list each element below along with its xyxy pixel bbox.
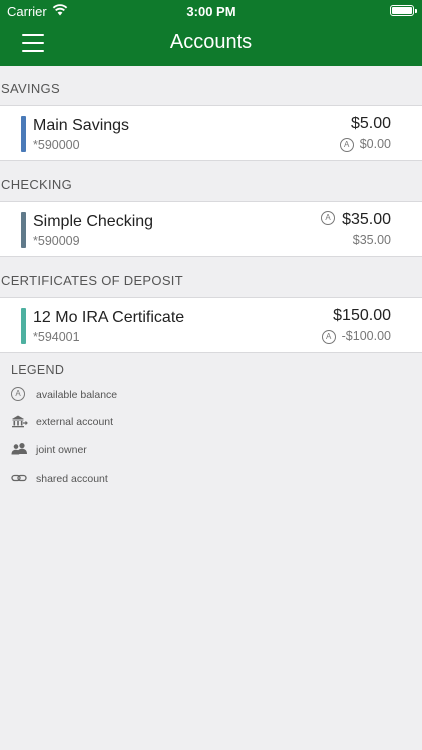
section-header-checking: CHECKING [1, 177, 73, 192]
current-balance: $35.00 [352, 233, 391, 247]
account-color-bar [21, 308, 26, 344]
account-balance: $150.00 [333, 307, 391, 324]
clock: 3:00 PM [186, 4, 236, 19]
available-amount: $0.00 [359, 137, 391, 151]
legend-label: shared account [36, 473, 108, 485]
available-balance: A -$100.00 [321, 329, 391, 344]
account-name: Simple Checking [33, 213, 154, 230]
nav-bar: Accounts [0, 22, 422, 66]
account-number: *590000 [33, 138, 80, 152]
external-account-icon [11, 414, 28, 430]
account-balance-with-available: A $35.00 [321, 210, 391, 229]
account-number: *594001 [33, 330, 80, 344]
account-name: Main Savings [33, 117, 130, 134]
account-number: *590009 [33, 234, 80, 248]
account-name: 12 Mo IRA Certificate [33, 309, 185, 326]
account-row-simple-checking[interactable]: Simple Checking *590009 A $35.00 $35.00 [0, 201, 422, 257]
available-balance-icon: A [339, 137, 354, 152]
shared-account-icon [11, 471, 27, 487]
page-title: Accounts [169, 31, 253, 53]
available-balance-icon: A [321, 210, 336, 225]
available-balance-icon: A [321, 329, 336, 344]
available-balance: A $0.00 [339, 137, 391, 152]
legend-label: available balance [36, 389, 118, 401]
account-row-ira-certificate[interactable]: 12 Mo IRA Certificate *594001 $150.00 A-… [0, 297, 422, 353]
status-bar: Carrier 3:00 PM [0, 0, 422, 22]
legend-label: external account [36, 416, 114, 428]
joint-owner-icon [11, 442, 27, 458]
account-balance: $35.00 [342, 211, 391, 228]
section-header-savings: SAVINGS [1, 81, 60, 96]
account-row-main-savings[interactable]: Main Savings *590000 $5.00 A $0.00 [0, 105, 422, 161]
legend-title: LEGEND [11, 363, 65, 377]
account-color-bar [21, 116, 26, 152]
account-color-bar [21, 212, 26, 248]
available-amount: -$100.00 [341, 329, 391, 343]
available-balance-icon: A [11, 387, 27, 403]
account-balance: $5.00 [350, 115, 391, 132]
legend-label: joint owner [36, 444, 87, 456]
battery-icon [390, 5, 417, 16]
section-header-cds: CERTIFICATES OF DEPOSIT [1, 273, 183, 288]
